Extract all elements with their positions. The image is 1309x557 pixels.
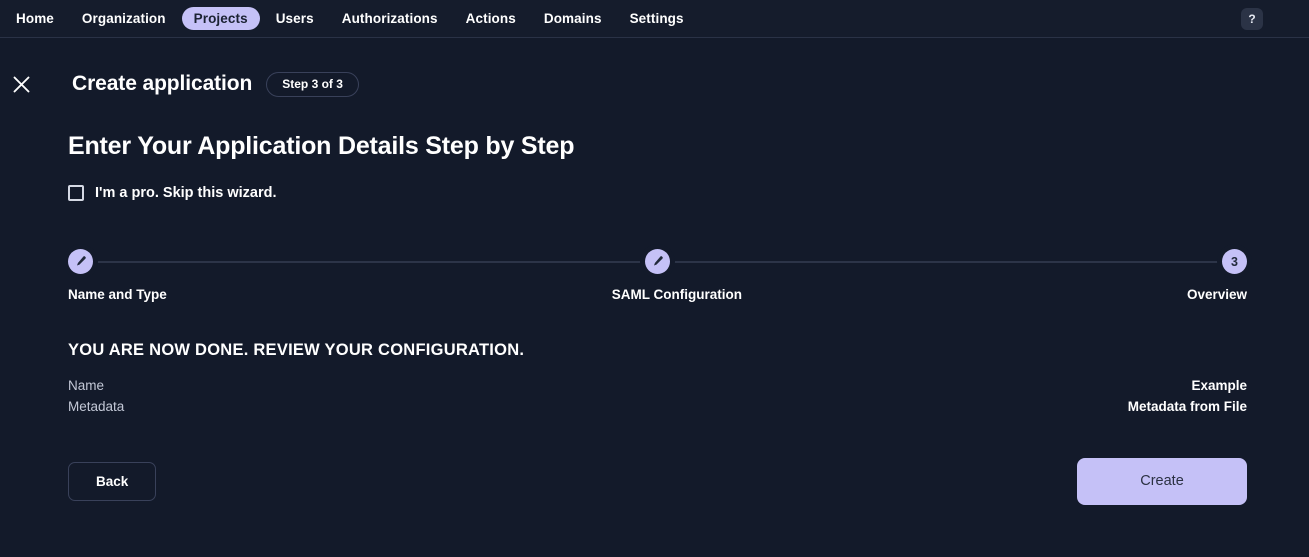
review-section-heading: YOU ARE NOW DONE. REVIEW YOUR CONFIGURAT… bbox=[68, 341, 1247, 360]
skip-wizard-checkbox[interactable] bbox=[68, 185, 84, 201]
top-navigation-bar: Home Organization Projects Users Authori… bbox=[0, 0, 1309, 38]
create-button[interactable]: Create bbox=[1077, 458, 1247, 505]
step-marker-pencil-icon-1[interactable] bbox=[68, 249, 93, 274]
nav-item-settings[interactable]: Settings bbox=[618, 7, 696, 31]
review-value-metadata: Metadata from File bbox=[1128, 399, 1247, 414]
step-marker-number-3[interactable]: 3 bbox=[1222, 249, 1247, 274]
nav-item-projects[interactable]: Projects bbox=[182, 7, 260, 31]
nav-item-authorizations[interactable]: Authorizations bbox=[330, 7, 450, 31]
step-node-name-and-type bbox=[68, 249, 93, 274]
modal-header: Create application Step 3 of 3 bbox=[0, 38, 1309, 92]
wizard-stepper: 3 Name and Type SAML Configuration Overv… bbox=[68, 249, 1247, 302]
nav-item-home[interactable]: Home bbox=[4, 7, 66, 31]
review-key-metadata: Metadata bbox=[68, 399, 124, 414]
nav-item-domains[interactable]: Domains bbox=[532, 7, 614, 31]
review-summary-list: Name Example Metadata Metadata from File bbox=[68, 375, 1247, 417]
back-button[interactable]: Back bbox=[68, 462, 156, 502]
modal-content: Enter Your Application Details Step by S… bbox=[0, 132, 1309, 505]
nav-item-users[interactable]: Users bbox=[264, 7, 326, 31]
nav-item-organization[interactable]: Organization bbox=[70, 7, 178, 31]
modal-title: Create application bbox=[72, 72, 252, 96]
page-title: Enter Your Application Details Step by S… bbox=[68, 132, 1247, 161]
step-marker-pencil-icon-2[interactable] bbox=[645, 249, 670, 274]
review-value-name: Example bbox=[1191, 378, 1247, 393]
skip-wizard-checkbox-row[interactable]: I'm a pro. Skip this wizard. bbox=[68, 185, 277, 201]
review-key-name: Name bbox=[68, 378, 104, 393]
review-row-metadata: Metadata Metadata from File bbox=[68, 396, 1247, 417]
close-icon[interactable] bbox=[4, 75, 38, 94]
step-label-overview: Overview bbox=[1187, 287, 1247, 302]
step-node-overview: 3 bbox=[1222, 249, 1247, 274]
skip-wizard-label: I'm a pro. Skip this wizard. bbox=[95, 185, 277, 201]
stepper-labels: Name and Type SAML Configuration Overvie… bbox=[68, 287, 1247, 302]
nav-items: Home Organization Projects Users Authori… bbox=[0, 7, 696, 31]
step-badge: Step 3 of 3 bbox=[266, 72, 359, 97]
nav-item-actions[interactable]: Actions bbox=[454, 7, 528, 31]
review-row-name: Name Example bbox=[68, 375, 1247, 396]
step-label-name-and-type: Name and Type bbox=[68, 287, 167, 302]
nav-right-area: ? bbox=[1241, 8, 1299, 30]
step-label-saml-configuration: SAML Configuration bbox=[612, 287, 742, 302]
help-icon[interactable]: ? bbox=[1241, 8, 1263, 30]
step-node-saml-configuration bbox=[645, 249, 670, 274]
stepper-track: 3 bbox=[68, 249, 1247, 274]
modal-footer: Back Create bbox=[68, 458, 1247, 505]
